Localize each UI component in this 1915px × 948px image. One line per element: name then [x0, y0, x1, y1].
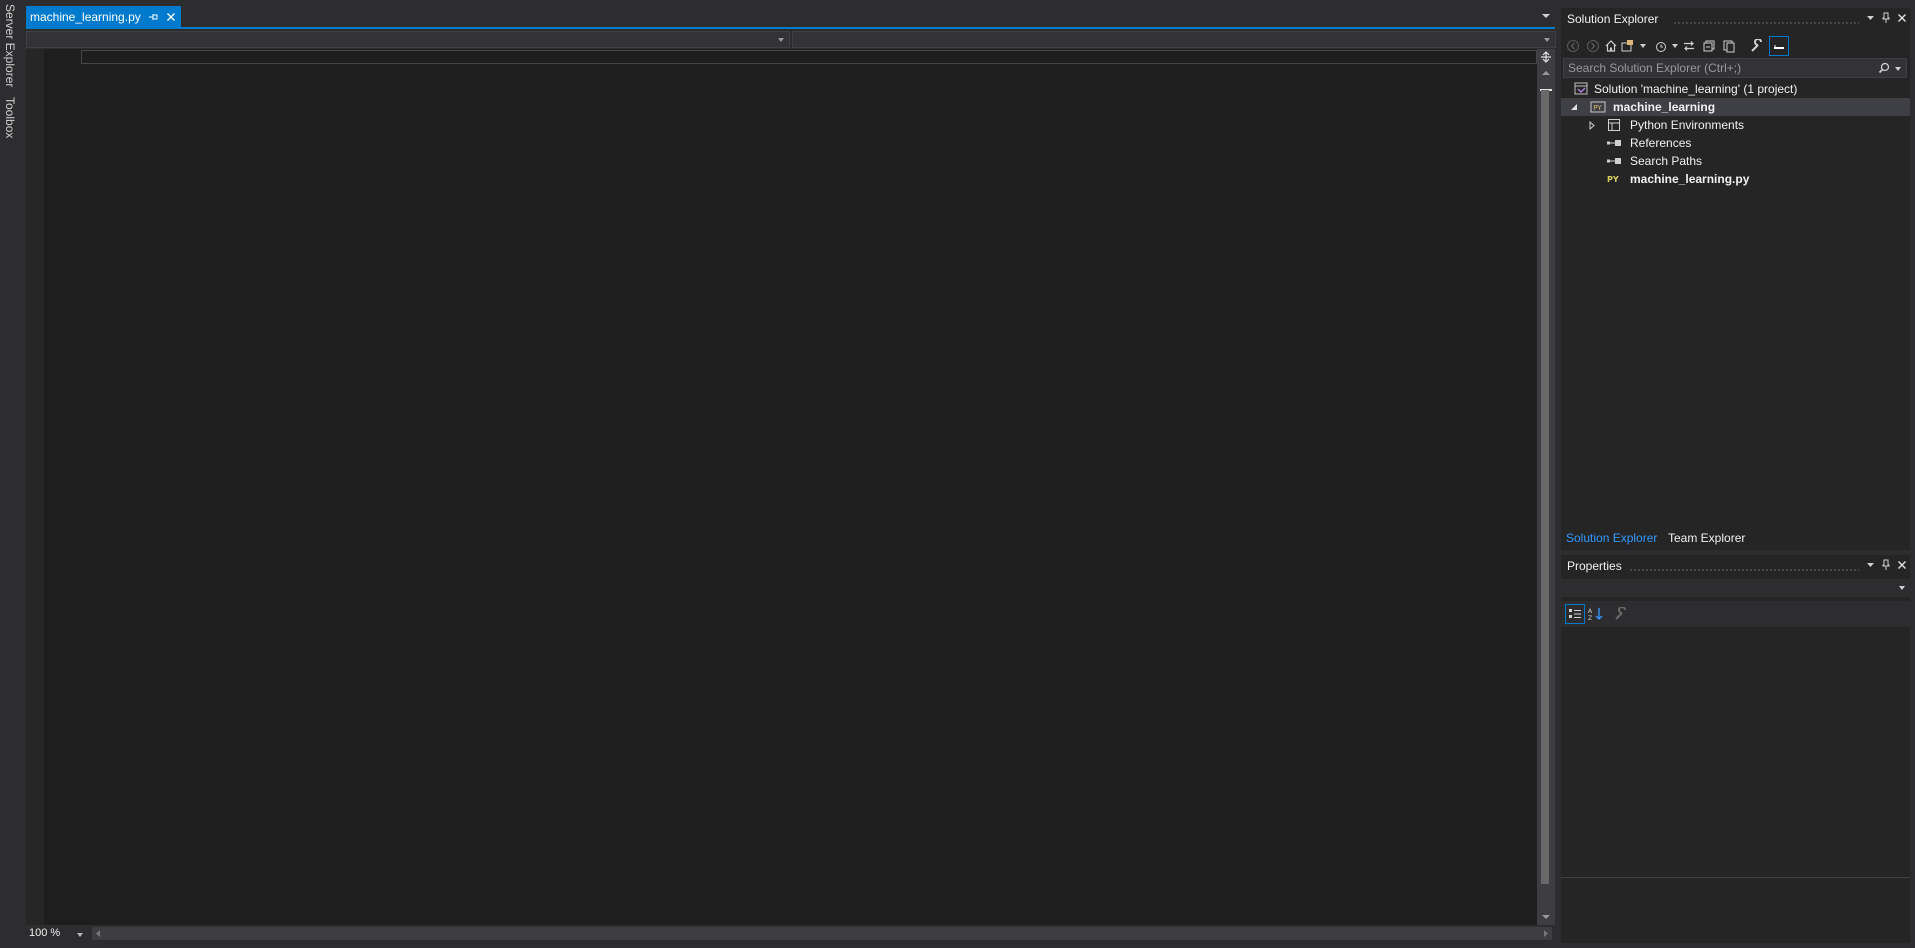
home-icon[interactable]: [1603, 38, 1619, 54]
pin-icon[interactable]: [1879, 11, 1893, 25]
collapsed-arrow-icon[interactable]: [1587, 120, 1597, 130]
pin-icon[interactable]: [147, 11, 159, 23]
code-editor[interactable]: [26, 49, 1537, 925]
references-icon: [1606, 135, 1622, 151]
tree-item-project[interactable]: PY machine_learning: [1561, 98, 1910, 116]
search-options-icon[interactable]: [1894, 65, 1902, 73]
tree-label: References: [1630, 136, 1692, 150]
tab-label: machine_learning.py: [30, 9, 141, 24]
categorized-icon[interactable]: [1565, 604, 1585, 624]
search-input[interactable]: [1568, 60, 1868, 76]
member-dropdown[interactable]: [792, 31, 1556, 48]
preview-selected-items-icon[interactable]: [1769, 36, 1789, 56]
tree-item-python-file[interactable]: PY machine_learning.py: [1561, 170, 1910, 188]
svg-text:PY: PY: [1593, 104, 1602, 112]
tab-solution-explorer[interactable]: Solution Explorer: [1566, 531, 1657, 545]
tree-item-python-environments[interactable]: Python Environments: [1561, 116, 1910, 134]
svg-text:PY: PY: [1607, 175, 1619, 184]
solution-explorer-toolbar: [1561, 32, 1910, 58]
python-environments-icon: [1606, 117, 1622, 133]
zoom-level[interactable]: 100 %: [29, 927, 60, 939]
title-grip[interactable]: [1629, 568, 1859, 573]
tab-machine-learning-py[interactable]: machine_learning.py: [26, 6, 181, 27]
properties-description-divider: [1561, 877, 1910, 878]
solution-explorer-panel: Solution Explorer Search Solution Explor…: [1561, 8, 1910, 550]
property-pages-wrench-icon[interactable]: [1613, 606, 1629, 622]
svg-text:A: A: [1588, 608, 1593, 615]
chevron-down-icon: [1899, 586, 1905, 590]
tree-label: machine_learning: [1613, 100, 1716, 114]
scroll-up-icon[interactable]: [1541, 69, 1551, 77]
left-tool-strip: Server Explorer Toolbox: [0, 0, 22, 948]
collapse-all-icon[interactable]: [1701, 38, 1717, 54]
python-file-icon: PY: [1606, 171, 1622, 187]
solution-bottom-tabs: Solution Explorer Team Explorer: [1561, 529, 1910, 549]
tree-label: Search Paths: [1630, 154, 1703, 168]
horizontal-scrollbar[interactable]: [92, 927, 1552, 940]
python-project-icon: PY: [1590, 99, 1606, 115]
close-icon[interactable]: [165, 11, 177, 23]
tree-label: machine_learning.py: [1630, 172, 1750, 186]
tree-label: Solution 'machine_learning' (1 project): [1594, 82, 1798, 96]
panel-menu-icon[interactable]: [1863, 558, 1877, 572]
split-icon[interactable]: [1540, 51, 1552, 63]
search-paths-icon: [1606, 153, 1622, 169]
object-selector-dropdown[interactable]: [1561, 579, 1910, 597]
back-icon[interactable]: [1565, 38, 1581, 54]
editor-status-row: 100 %: [26, 925, 1555, 943]
tree-item-search-paths[interactable]: Search Paths: [1561, 152, 1910, 170]
chevron-down-icon: [1544, 38, 1550, 42]
tree-item-references[interactable]: References: [1561, 134, 1910, 152]
expanded-arrow-icon[interactable]: [1569, 102, 1579, 112]
properties-toolbar: AZ: [1561, 601, 1910, 627]
vertical-scroll-thumb[interactable]: [1541, 90, 1549, 884]
tree-label: Python Environments: [1630, 118, 1745, 132]
server-explorer-tab[interactable]: Server Explorer: [3, 4, 17, 87]
solution-icon: [1573, 81, 1589, 97]
alphabetical-sort-icon[interactable]: AZ: [1588, 606, 1604, 622]
svg-text:Z: Z: [1588, 615, 1592, 621]
properties-wrench-icon[interactable]: [1749, 38, 1765, 54]
navigation-bar: [26, 29, 1556, 49]
toolbox-tab[interactable]: Toolbox: [3, 97, 17, 138]
show-all-files-icon[interactable]: [1721, 38, 1737, 54]
search-box[interactable]: [1563, 58, 1907, 78]
editor-margin: [26, 49, 44, 925]
sync-icon[interactable]: [1681, 38, 1697, 54]
close-icon[interactable]: [1895, 558, 1909, 572]
tab-overflow-dropdown-icon[interactable]: [1541, 11, 1551, 21]
search-icon[interactable]: [1878, 62, 1890, 74]
type-dropdown[interactable]: [26, 31, 790, 48]
forward-icon[interactable]: [1585, 38, 1601, 54]
properties-panel: Properties AZ: [1561, 555, 1910, 943]
pin-icon[interactable]: [1879, 558, 1893, 572]
current-line-highlight: [81, 50, 1537, 64]
close-icon[interactable]: [1895, 11, 1909, 25]
panel-title: Solution Explorer: [1567, 12, 1659, 26]
panel-title: Properties: [1567, 559, 1622, 573]
scroll-left-icon[interactable]: [94, 929, 102, 938]
scroll-down-icon[interactable]: [1541, 913, 1551, 921]
panel-menu-icon[interactable]: [1863, 11, 1877, 25]
tree-item-solution[interactable]: Solution 'machine_learning' (1 project): [1561, 80, 1910, 98]
tab-team-explorer[interactable]: Team Explorer: [1668, 531, 1745, 545]
title-grip[interactable]: [1673, 21, 1859, 26]
chevron-down-icon: [778, 38, 784, 42]
document-tab-well: machine_learning.py: [26, 6, 1555, 28]
scroll-right-icon[interactable]: [1542, 929, 1550, 938]
chevron-down-icon[interactable]: [1635, 38, 1651, 54]
zoom-dropdown-icon[interactable]: [76, 931, 84, 939]
